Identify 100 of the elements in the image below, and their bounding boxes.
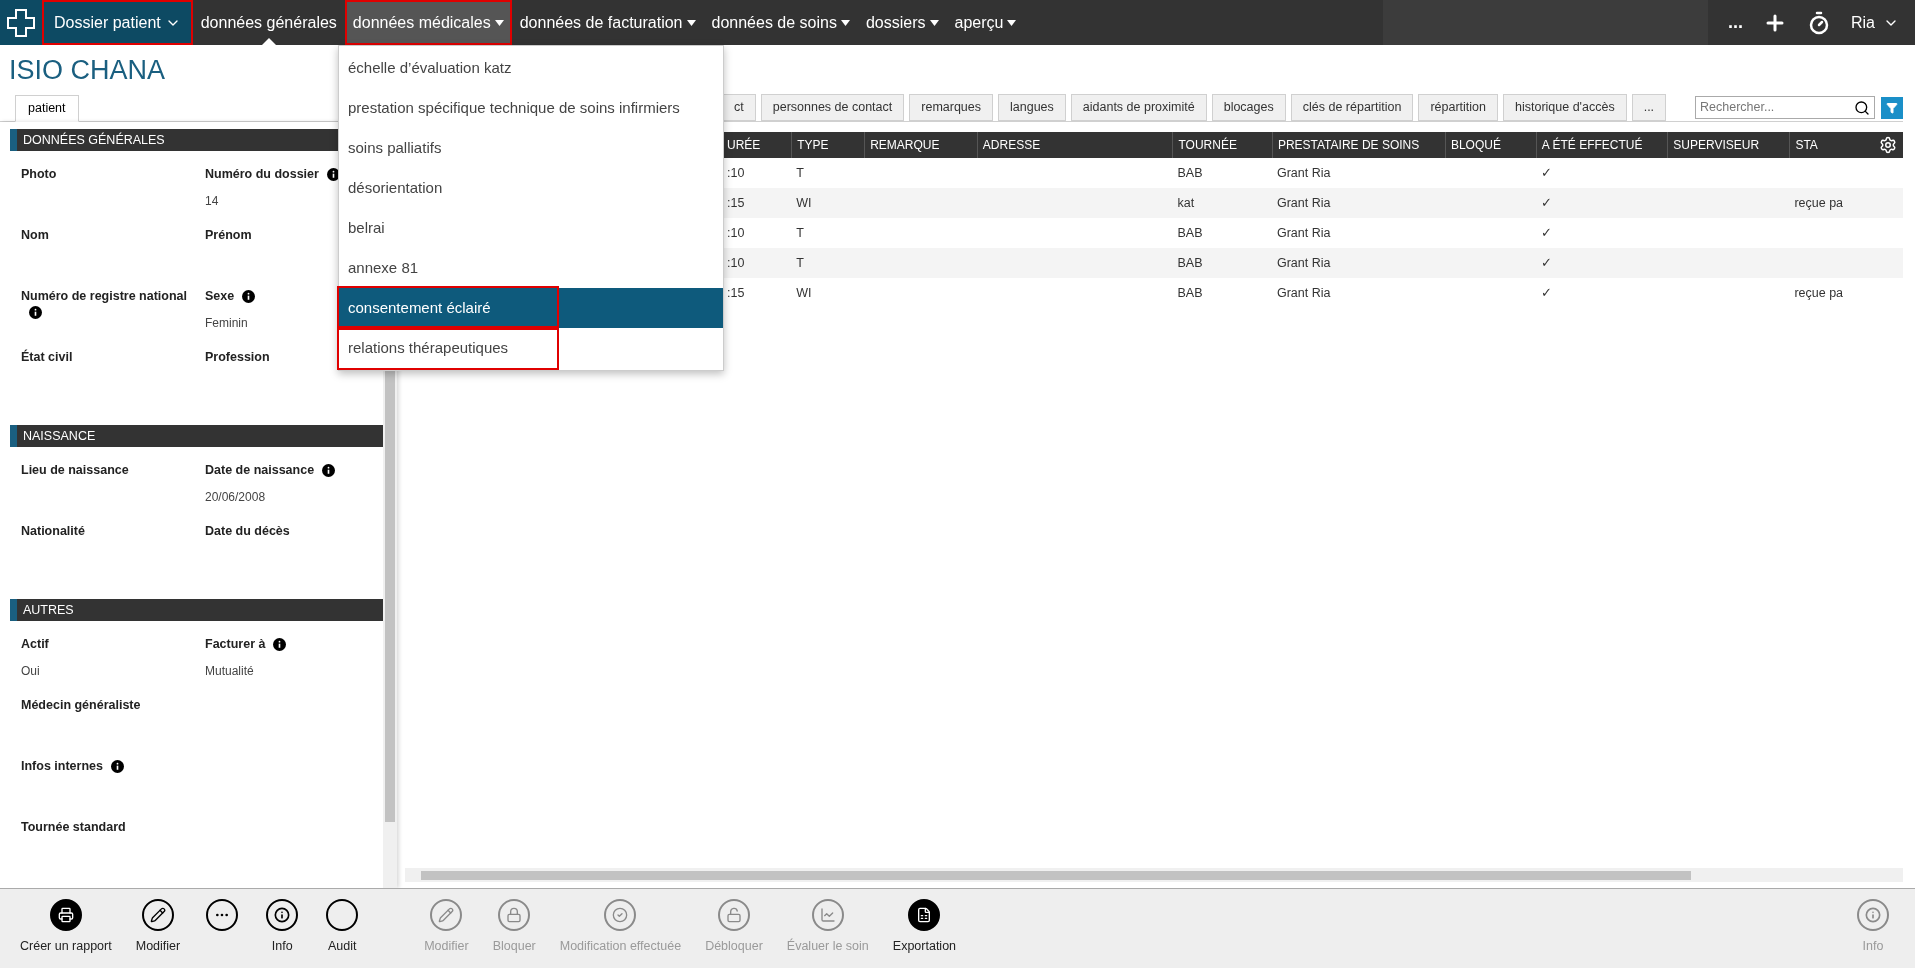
field-label: Nationalité xyxy=(21,523,85,540)
field-label: Numéro de registre national xyxy=(21,288,187,305)
table-cell-text: ✓ xyxy=(1540,194,1552,212)
toolbar-button[interactable]: Exportation xyxy=(880,899,969,953)
table-cell-text: kat xyxy=(1177,194,1195,212)
table-cell-text: T xyxy=(796,164,804,182)
field-label: Sexe xyxy=(205,288,235,305)
field-label: Infos internes xyxy=(21,758,103,775)
chart-icon xyxy=(811,899,844,931)
unlock-icon xyxy=(717,899,750,931)
field-label: Date du décès xyxy=(205,523,290,540)
table-cell-text: BAB xyxy=(1177,284,1203,302)
nav-menu-item[interactable]: aperçu xyxy=(946,0,1025,45)
table-cell-text: ✓ xyxy=(1540,224,1552,242)
nav-menu-item[interactable]: données de facturation xyxy=(511,0,704,45)
field-label: Photo xyxy=(21,166,57,183)
toolbar-button[interactable]: Créer un rapport xyxy=(8,899,124,953)
field-value: 20/06/2008 xyxy=(205,488,266,506)
table-cell-text: BAB xyxy=(1177,164,1203,182)
menu-item[interactable]: désorientation xyxy=(339,168,723,208)
filter-button[interactable] xyxy=(1881,97,1903,119)
toolbar-button[interactable]: Audit xyxy=(312,899,373,953)
filter-icon xyxy=(1886,102,1898,114)
table-cell-text: :10 xyxy=(727,164,745,182)
tab[interactable]: répartition xyxy=(1418,94,1498,121)
field-value: Feminin xyxy=(205,314,248,332)
field-value: 14 xyxy=(205,192,219,210)
table-cell-text: BAB xyxy=(1177,224,1203,242)
menu-item[interactable]: soins palliatifs xyxy=(339,128,723,168)
spreadsheet-icon xyxy=(908,899,941,931)
info-icon xyxy=(266,899,299,931)
field-label: Prénom xyxy=(205,227,252,244)
table-cell-text: Grant Ria xyxy=(1276,224,1331,242)
tab[interactable]: ... xyxy=(1631,94,1667,121)
field-value: Mutualité xyxy=(205,662,254,680)
settings-icon[interactable] xyxy=(1879,136,1897,154)
nav-menu-item[interactable]: Dossier patient xyxy=(42,0,193,45)
caret-icon xyxy=(494,19,504,26)
pencil-icon xyxy=(430,899,463,931)
menu-item[interactable]: consentement éclairé xyxy=(339,288,723,328)
horizontal-scrollbar[interactable] xyxy=(405,868,1903,882)
search-input[interactable]: Rechercher... xyxy=(1696,98,1854,117)
menu-item[interactable]: annexe 81 xyxy=(339,248,723,288)
tab[interactable]: langues xyxy=(998,94,1066,121)
caret-icon xyxy=(686,19,696,26)
info-icon xyxy=(322,463,336,477)
menu-item[interactable]: échelle d’évaluation katz xyxy=(339,48,723,88)
menu-item[interactable]: relations thérapeutiques xyxy=(339,328,723,368)
menu-item[interactable]: belrai xyxy=(339,208,723,248)
tab[interactable]: historique d'accès xyxy=(1503,94,1627,121)
table-cell-text: :15 xyxy=(727,284,745,302)
tab[interactable]: aidants de proximité xyxy=(1070,94,1207,121)
table-cell-text: Grant Ria xyxy=(1276,164,1331,182)
nav-menu-item[interactable]: données médicales xyxy=(344,0,512,45)
lock-icon xyxy=(498,899,531,931)
stopwatch-icon[interactable] xyxy=(1807,10,1831,35)
table-cell-text: WI xyxy=(796,194,812,212)
menu-item[interactable]: prestation spécifique technique de soins infirmiers xyxy=(339,88,723,128)
table-cell-text: BAB xyxy=(1177,254,1203,272)
info-icon xyxy=(29,305,42,319)
table-cell-text: Grant Ria xyxy=(1276,284,1331,302)
printer-icon xyxy=(49,899,82,931)
field-label: Date de naissance xyxy=(205,462,315,479)
tab[interactable]: ct xyxy=(722,94,756,121)
table-cell-text: :15 xyxy=(727,194,745,212)
toolbar-button[interactable]: Modifier xyxy=(123,899,193,953)
table-cell-text: reçue pa xyxy=(1794,284,1844,302)
field-label: Nom xyxy=(21,227,49,244)
column-header[interactable]: URÉE xyxy=(722,132,792,158)
more-icon xyxy=(206,899,239,931)
info-icon xyxy=(110,759,124,773)
field-label: Actif xyxy=(21,636,49,653)
nav-menu-item[interactable]: dossiers xyxy=(857,0,947,45)
tab[interactable]: remarques xyxy=(909,94,993,121)
tab[interactable]: personnes de contact xyxy=(760,94,905,121)
tab[interactable]: clés de répartition xyxy=(1290,94,1414,121)
field-label: Médecin généraliste xyxy=(21,697,141,714)
field-label: Profession xyxy=(205,349,270,366)
table-cell-text: Grant Ria xyxy=(1276,194,1331,212)
info-icon xyxy=(273,637,287,651)
field-label: État civil xyxy=(21,348,73,366)
tab[interactable]: patient xyxy=(15,95,79,122)
table-cell-text: ✓ xyxy=(1540,164,1552,182)
tab[interactable]: blocages xyxy=(1211,94,1286,121)
toolbar-button[interactable]: Info xyxy=(252,899,313,953)
section-header: NAISSANCE xyxy=(10,425,383,447)
patient-name: ISIO CHANA xyxy=(8,53,166,87)
caret-icon xyxy=(929,19,939,26)
info-icon xyxy=(242,289,256,303)
table-cell-text: :10 xyxy=(727,254,745,272)
field-value: Oui xyxy=(21,662,40,680)
field-label: Numéro du dossier xyxy=(205,166,319,183)
more-button[interactable]: ... xyxy=(1727,9,1743,36)
table-cell-text: Grant Ria xyxy=(1276,254,1331,272)
user-menu[interactable]: Ria xyxy=(1851,10,1899,35)
nav-menu-item[interactable]: données de soins xyxy=(703,0,858,45)
table-cell-text: WI xyxy=(796,284,812,302)
search-field[interactable]: Rechercher... xyxy=(1695,96,1875,119)
section-header: AUTRES xyxy=(10,599,383,621)
table-cell-text: ✓ xyxy=(1540,284,1552,302)
